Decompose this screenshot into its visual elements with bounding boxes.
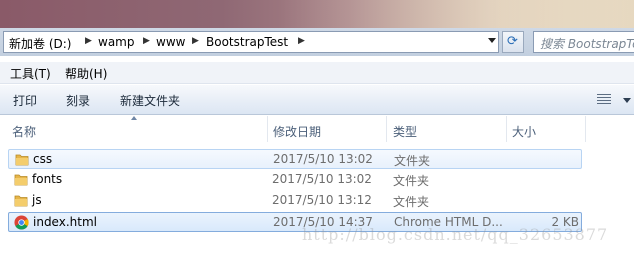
address-history-dropdown-icon[interactable] xyxy=(488,38,496,43)
column-divider[interactable] xyxy=(267,116,268,142)
print-button[interactable]: 打印 xyxy=(13,92,37,109)
breadcrumb-bootstraptest[interactable]: BootstrapTest xyxy=(206,35,288,49)
search-input[interactable]: 搜索 BootstrapTest xyxy=(533,31,634,53)
search-placeholder: 搜索 BootstrapTest xyxy=(540,37,634,51)
file-row-js[interactable]: js 2017/5/10 13:12 文件夹 xyxy=(8,191,582,211)
menu-bar: 工具(T) 帮助(H) xyxy=(0,62,634,84)
sort-ascending-icon xyxy=(131,116,137,120)
file-date: 2017/5/10 13:02 xyxy=(273,152,373,166)
breadcrumb-separator-icon[interactable]: ▶ xyxy=(192,36,199,46)
file-date: 2017/5/10 13:02 xyxy=(272,172,372,186)
file-name: css xyxy=(33,152,53,166)
burn-button[interactable]: 刻录 xyxy=(66,92,90,109)
refresh-icon: ⟳ xyxy=(507,34,518,49)
folder-icon xyxy=(14,174,28,186)
file-type: 文件夹 xyxy=(393,174,430,188)
address-bar[interactable]: 新加卷 (D:) ▶ wamp ▶ www ▶ BootstrapTest ▶ xyxy=(3,31,499,53)
breadcrumb-separator-icon[interactable]: ▶ xyxy=(298,36,305,46)
watermark: http://blog.csdn.net/qq_32653877 xyxy=(302,225,609,244)
file-type: 文件夹 xyxy=(394,154,431,168)
new-folder-button[interactable]: 新建文件夹 xyxy=(120,92,180,109)
column-header-name[interactable]: 名称 xyxy=(12,123,36,140)
breadcrumb-drive[interactable]: 新加卷 (D:) xyxy=(9,35,71,52)
folder-icon xyxy=(14,195,28,207)
column-divider[interactable] xyxy=(585,116,586,142)
address-row: 新加卷 (D:) ▶ wamp ▶ www ▶ BootstrapTest ▶ … xyxy=(0,28,634,56)
folder-icon xyxy=(15,154,29,166)
file-name: fonts xyxy=(32,172,63,186)
command-toolbar: 打印 刻录 新建文件夹 xyxy=(0,85,634,115)
refresh-button[interactable]: ⟳ xyxy=(502,31,524,53)
column-divider[interactable] xyxy=(386,116,387,142)
file-row-css[interactable]: css 2017/5/10 13:02 文件夹 xyxy=(8,149,582,169)
chrome-icon xyxy=(14,215,29,230)
view-dropdown-icon[interactable] xyxy=(623,98,631,103)
column-header-date[interactable]: 修改日期 xyxy=(273,123,321,140)
file-name: index.html xyxy=(33,215,97,229)
breadcrumb-separator-icon[interactable]: ▶ xyxy=(143,36,150,46)
file-name: js xyxy=(32,193,42,207)
column-header-type[interactable]: 类型 xyxy=(393,123,417,140)
breadcrumb-wamp[interactable]: wamp xyxy=(98,35,134,49)
menu-help[interactable]: 帮助(H) xyxy=(65,65,107,82)
view-options-icon[interactable] xyxy=(597,94,611,105)
breadcrumb-separator-icon[interactable]: ▶ xyxy=(85,36,92,46)
column-headers: 名称 修改日期 类型 大小 xyxy=(0,116,634,144)
window-title-strip xyxy=(0,0,634,28)
menu-tools[interactable]: 工具(T) xyxy=(10,65,51,82)
column-divider[interactable] xyxy=(506,116,507,142)
breadcrumb-www[interactable]: www xyxy=(156,35,185,49)
column-header-size[interactable]: 大小 xyxy=(512,123,536,140)
file-type: 文件夹 xyxy=(393,195,430,209)
file-row-fonts[interactable]: fonts 2017/5/10 13:02 文件夹 xyxy=(8,170,582,190)
file-date: 2017/5/10 13:12 xyxy=(272,193,372,207)
